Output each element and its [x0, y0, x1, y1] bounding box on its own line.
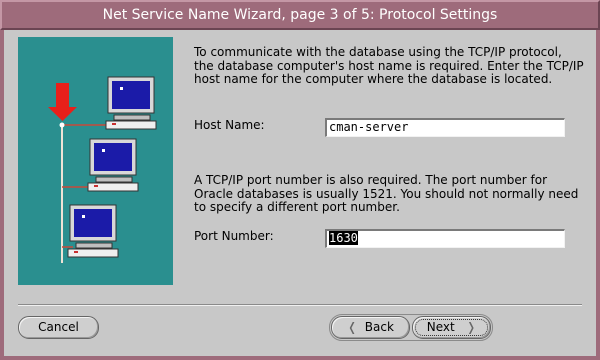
- network-illustration: [18, 37, 173, 285]
- chevron-right-icon: ❭: [466, 320, 477, 334]
- port-number-input[interactable]: 1630: [325, 229, 565, 248]
- host-instructions: To communicate with the database using t…: [194, 45, 584, 86]
- window-frame-right: [596, 30, 600, 360]
- separator: [18, 304, 582, 306]
- port-number-label: Port Number:: [194, 229, 274, 243]
- host-name-input[interactable]: cman-server: [325, 118, 565, 137]
- back-button[interactable]: ❬ Back: [331, 316, 410, 339]
- computer-icon: [87, 138, 139, 192]
- next-button-label: Next: [426, 320, 455, 334]
- port-number-value: 1630: [329, 231, 358, 245]
- red-down-arrow-icon: [48, 83, 77, 128]
- host-name-label: Host Name:: [194, 118, 265, 132]
- window-frame-left: [0, 30, 4, 360]
- port-instructions: A TCP/IP port number is also required. T…: [194, 173, 579, 214]
- computer-icon: [105, 76, 157, 130]
- cancel-button-label: Cancel: [38, 320, 79, 334]
- window-title: Net Service Name Wizard, page 3 of 5: Pr…: [0, 0, 600, 30]
- chevron-left-icon: ❬: [347, 320, 358, 334]
- next-button[interactable]: Next ❭: [412, 316, 491, 339]
- back-button-label: Back: [364, 320, 394, 334]
- window-frame-bottom: [0, 356, 600, 360]
- wizard-window: Net Service Name Wizard, page 3 of 5: Pr…: [0, 0, 600, 360]
- cancel-button[interactable]: Cancel: [18, 316, 99, 339]
- computer-icon: [67, 204, 119, 258]
- network-diagram: [48, 76, 157, 263]
